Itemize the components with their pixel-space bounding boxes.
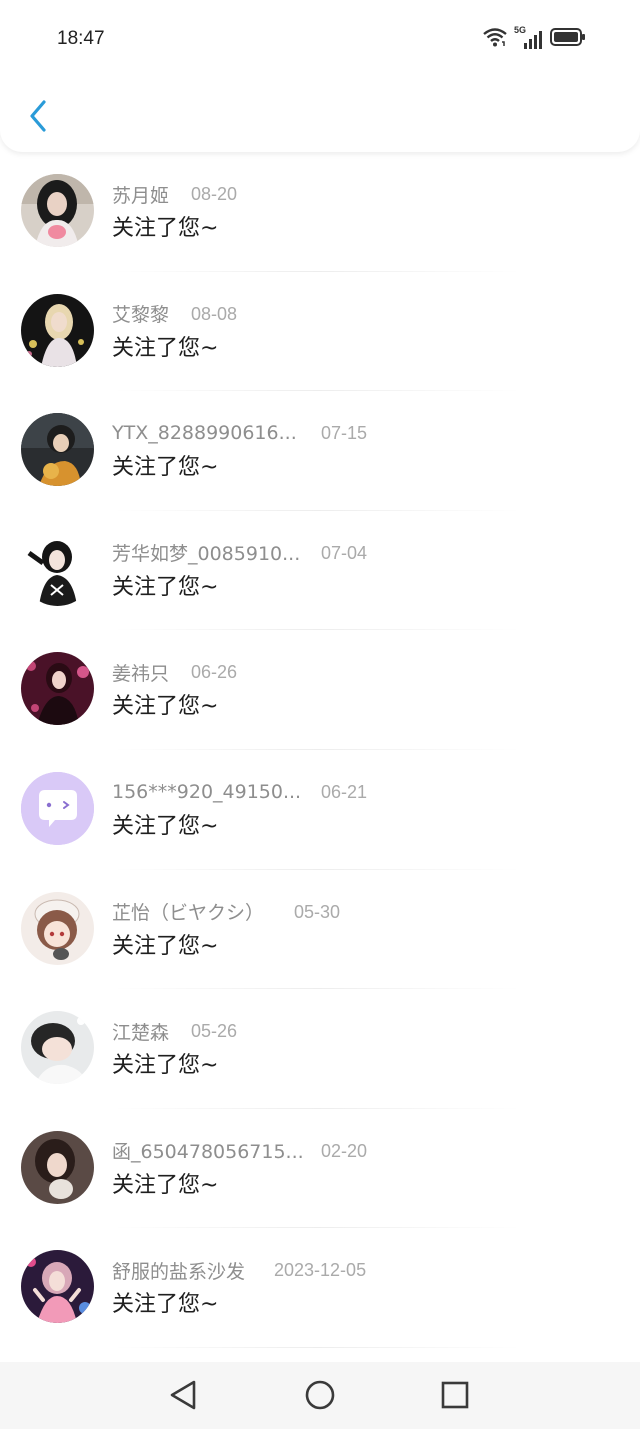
user-name[interactable]: 舒服的盐系沙发 — [112, 1257, 245, 1284]
list-item[interactable]: 芷怡（ビヤクシ） 05-30 关注了您~ — [0, 870, 640, 990]
notification-message: 关注了您~ — [112, 455, 219, 481]
status-icons: 5G — [482, 25, 586, 52]
notification-date: 02-20 — [321, 1140, 368, 1161]
list-item[interactable]: 函_650478056715... 02-20 关注了您~ — [0, 1109, 640, 1229]
avatar[interactable] — [21, 174, 94, 247]
avatar[interactable] — [21, 1130, 94, 1204]
notification-date: 06-26 — [191, 662, 238, 683]
user-name[interactable]: YTX_8288990616... — [112, 422, 297, 444]
back-button[interactable] — [18, 96, 58, 140]
list-item[interactable]: 江楚森 05-26 关注了您~ — [0, 989, 640, 1109]
notification-date: 08-20 — [191, 184, 238, 204]
notification-message: 关注了您~ — [112, 1053, 219, 1079]
notification-date: 07-15 — [321, 423, 368, 444]
notification-date: 06-21 — [321, 781, 368, 802]
notification-message: 关注了您~ — [112, 335, 219, 361]
avatar[interactable] — [21, 1011, 94, 1085]
notification-date: 05-30 — [294, 901, 341, 922]
notification-message: 关注了您~ — [112, 574, 219, 600]
avatar[interactable] — [21, 891, 94, 965]
avatar[interactable] — [21, 293, 94, 367]
user-name[interactable]: 函_650478056715... — [112, 1137, 304, 1164]
divider — [112, 1346, 522, 1348]
notification-date: 07-04 — [321, 542, 368, 563]
notification-date: 05-26 — [191, 1021, 238, 1042]
notification-message: 关注了您~ — [112, 1172, 219, 1198]
notification-message: 关注了您~ — [112, 933, 219, 959]
user-name[interactable]: 156***920_49150... — [112, 781, 301, 803]
avatar[interactable] — [21, 771, 94, 845]
notification-message: 关注了您~ — [112, 216, 219, 241]
nav-back-button[interactable] — [166, 1380, 200, 1414]
list-item[interactable]: 156***920_49150... 06-21 关注了您~ — [0, 750, 640, 870]
notification-date: 2023-12-05 — [274, 1260, 367, 1281]
user-name[interactable]: 艾黎黎 — [112, 300, 169, 327]
list-item[interactable]: 舒服的盐系沙发 2023-12-05 关注了您~ — [0, 1228, 640, 1348]
list-item[interactable]: 姜祎只 06-26 关注了您~ — [0, 630, 640, 750]
avatar[interactable] — [21, 532, 94, 606]
system-navigation-bar — [0, 1362, 640, 1429]
follower-notifications-screen: 18:47 5G 苏月姬 08-20 关注了您~ 艾黎黎 08-08 关注了您~… — [0, 0, 640, 1429]
square-recents-icon — [440, 1380, 470, 1414]
battery-icon — [550, 27, 586, 51]
user-name[interactable]: 江楚森 — [112, 1018, 169, 1045]
triangle-back-icon — [168, 1379, 198, 1415]
cellular-signal-icon: 5G — [514, 25, 544, 50]
avatar[interactable] — [21, 413, 94, 487]
list-item[interactable]: 芳华如梦_0085910... 07-04 关注了您~ — [0, 511, 640, 631]
list-item[interactable]: 艾黎黎 08-08 关注了您~ — [0, 272, 640, 392]
chevron-left-icon — [27, 99, 49, 137]
header-bar: 18:47 5G — [0, 0, 640, 152]
notification-date: 08-08 — [191, 303, 238, 324]
notification-message: 关注了您~ — [112, 1292, 219, 1318]
user-name[interactable]: 芷怡（ビヤクシ） — [112, 898, 264, 925]
user-name[interactable]: 姜祎只 — [112, 659, 169, 686]
notification-message: 关注了您~ — [112, 813, 219, 839]
wifi-icon — [482, 26, 508, 52]
list-item[interactable]: 苏月姬 08-20 关注了您~ — [0, 152, 640, 272]
nav-recents-button[interactable] — [438, 1380, 472, 1414]
notification-list: 苏月姬 08-20 关注了您~ 艾黎黎 08-08 关注了您~ YTX_8288… — [0, 152, 640, 1348]
user-name[interactable]: 苏月姬 — [112, 181, 169, 208]
circle-home-icon — [304, 1379, 336, 1415]
avatar[interactable] — [21, 652, 94, 726]
nav-home-button[interactable] — [303, 1380, 337, 1414]
notification-message: 关注了您~ — [112, 694, 219, 720]
avatar[interactable] — [21, 1250, 94, 1324]
status-time: 18:47 — [57, 28, 105, 49]
list-item[interactable]: YTX_8288990616... 07-15 关注了您~ — [0, 391, 640, 511]
user-name[interactable]: 芳华如梦_0085910... — [112, 539, 300, 566]
default-chat-avatar-icon — [21, 771, 94, 845]
